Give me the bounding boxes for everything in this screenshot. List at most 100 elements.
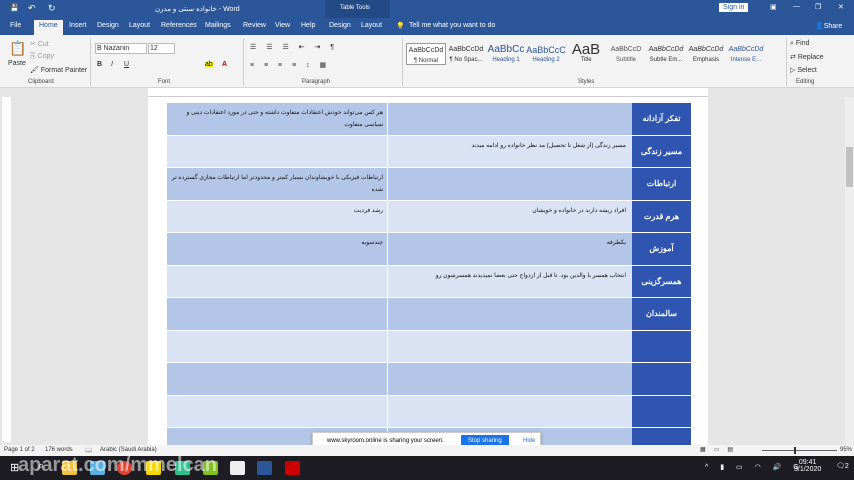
hide-button[interactable]: Hide [523,438,535,444]
row-header-cell[interactable]: ارتباطات [632,168,691,200]
notifications-icon[interactable]: 🗨2 [836,462,849,470]
proofing-icon[interactable]: 📖 [85,447,92,454]
save-icon[interactable]: 💾 [10,4,19,12]
format-painter-button[interactable]: 🖌 Format Painter [30,66,87,74]
font-color-icon[interactable]: A [222,61,227,68]
cut-button[interactable]: ✂ Cut [30,40,49,48]
row-header-cell[interactable]: آموزش [632,233,691,265]
tell-me-input[interactable]: Tell me what you want to do [409,22,495,29]
traditional-cell[interactable]: مسیر زندگی (از شغل تا تحصیل) مد نظر خانو… [388,136,630,168]
tab-table-design[interactable]: Design [329,22,351,29]
paste-button[interactable]: Paste [8,60,26,67]
find-button[interactable]: ⌕ Find [790,40,810,48]
clock[interactable]: 09:41 3/1/2020 [794,459,821,473]
ribbon-display-icon[interactable]: ▣ [770,3,777,11]
traditional-cell[interactable] [388,396,630,428]
zoom-slider[interactable] [762,447,837,454]
tab-design[interactable]: Design [97,22,119,29]
modern-cell[interactable] [167,265,388,297]
replace-button[interactable]: ⇄ Replace [790,53,824,61]
modern-cell[interactable]: ارتباطات فیزیکی با خویشاوندان بسیار کمتر… [167,168,388,200]
highlight-icon[interactable]: ab [205,61,213,68]
row-header-cell[interactable] [632,330,691,362]
tab-help[interactable]: Help [301,22,315,29]
traditional-cell[interactable] [388,331,630,363]
row-header-cell[interactable] [632,363,691,395]
share-button[interactable]: 👤Share [815,22,842,30]
style-emphasis[interactable]: AaBbCcDd Emphasis [686,43,726,63]
row-header-cell[interactable]: سالمندان [632,298,691,330]
bold-button[interactable]: B [97,61,102,68]
modern-cell[interactable]: چندسویه [167,233,388,265]
traditional-cell[interactable]: انتخاب همسر با والدین بود. تا قبل از ازد… [388,266,630,298]
style-subtitle[interactable]: AaBbCcD Subtitle [606,43,646,63]
modern-cell[interactable]: رشد فردیت [167,200,388,232]
modern-cell[interactable] [167,135,388,167]
copy-button[interactable]: ⎘ Copy [30,53,54,61]
row-header-cell[interactable]: همسرگزینی [632,265,691,297]
tab-review[interactable]: Review [243,22,266,29]
app-icon[interactable] [230,461,245,475]
tab-file[interactable]: File [10,22,21,29]
align-buttons[interactable]: ≡ ≡ ≡ ≡ ↕ ▦ [250,61,330,69]
styles-gallery: AaBbCcDd ¶ Normal AaBbCcDd ¶ No Spac... Aa… [406,37,846,87]
word-icon[interactable] [257,461,272,475]
style-heading-2[interactable]: AaBbCcC Heading 2 [526,43,566,63]
font-name-select[interactable]: B Nazanin [95,43,147,54]
style-normal[interactable]: AaBbCcDd ¶ Normal [406,43,446,65]
document-page[interactable]: هر کس می‌تواند خودش اعتقادات متفاوت داشت… [148,97,708,461]
traditional-cell[interactable] [388,168,630,200]
tab-references[interactable]: References [161,22,197,29]
close-button[interactable]: ✕ [838,3,844,11]
taskbar: ⊞ ⌕ aparat.com/mmelcan ^ ▮ ▭ ◠ 🔊 G 09:41… [0,454,854,480]
tab-table-layout[interactable]: Layout [361,22,382,29]
sign-in-button[interactable]: Sign in [719,3,749,12]
select-button[interactable]: ▷ Select [790,66,817,74]
tab-home[interactable]: Home [34,20,63,35]
maximize-button[interactable]: ❐ [815,3,821,11]
style-title[interactable]: AaB Title [566,42,606,63]
style-no-spacing[interactable]: AaBbCcDd ¶ No Spac... [446,43,486,63]
modern-cell[interactable] [167,363,388,395]
page-count[interactable]: Page 1 of 2 [4,447,35,453]
style-subtle-emphasis[interactable]: AaBbCcDd Subtle Em... [646,43,686,63]
word-count[interactable]: 176 words [45,447,73,453]
style-heading-1[interactable]: AaBbCc Heading 1 [486,43,526,63]
undo-icon[interactable]: ↶ [28,3,36,14]
traditional-cell[interactable]: یکطرفه [388,233,630,265]
redo-icon[interactable]: ↻ [48,3,56,14]
tab-view[interactable]: View [275,22,290,29]
traditional-cell[interactable] [388,363,630,395]
modern-cell[interactable] [167,330,388,362]
minimize-button[interactable]: — [793,3,800,10]
modern-cell[interactable] [167,395,388,427]
italic-button[interactable]: I [111,61,113,68]
vertical-ruler[interactable] [2,97,11,442]
acrobat-icon[interactable] [285,461,300,475]
ribbon: 📋 Paste ✂ Cut ⎘ Copy 🖌 Format Painter Cl… [0,35,854,88]
horizontal-ruler[interactable] [148,88,708,97]
table-row: رشد فردیت افراد ریشه دارند در خانواده و خ… [167,200,691,233]
row-header-cell[interactable]: مسیر زندگی [632,135,691,167]
row-header-cell[interactable]: تفکر آزادانه [632,103,691,135]
list-buttons[interactable]: ☰ ☰ ☰ ⇤ ⇥ ¶ [250,43,338,51]
paste-icon[interactable]: 📋 [9,40,26,57]
row-header-cell[interactable]: هرم قدرت [632,200,691,232]
traditional-cell[interactable] [388,298,630,330]
modern-cell[interactable] [167,298,388,330]
vertical-scrollbar[interactable] [845,97,854,445]
tab-insert[interactable]: Insert [69,22,87,29]
language[interactable]: Arabic (Saudi Arabia) [100,447,157,453]
traditional-cell[interactable]: افراد ریشه دارند در خانواده و خویشان [388,201,630,233]
zoom-level[interactable]: 95% [840,447,852,453]
system-tray-icons[interactable]: ^ ▮ ▭ ◠ 🔊 G [705,463,804,471]
view-buttons[interactable]: ▦▭▤ [700,446,741,453]
underline-button[interactable]: U [124,61,129,68]
font-size-select[interactable]: 12 [148,43,175,54]
modern-cell[interactable]: هر کس می‌تواند خودش اعتقادات متفاوت داشت… [167,103,388,135]
style-intense-emphasis[interactable]: AaBbCcDd Intense E... [726,43,766,63]
traditional-cell[interactable] [388,103,630,135]
tab-mailings[interactable]: Mailings [205,22,231,29]
row-header-cell[interactable] [632,395,691,427]
tab-layout[interactable]: Layout [129,22,150,29]
